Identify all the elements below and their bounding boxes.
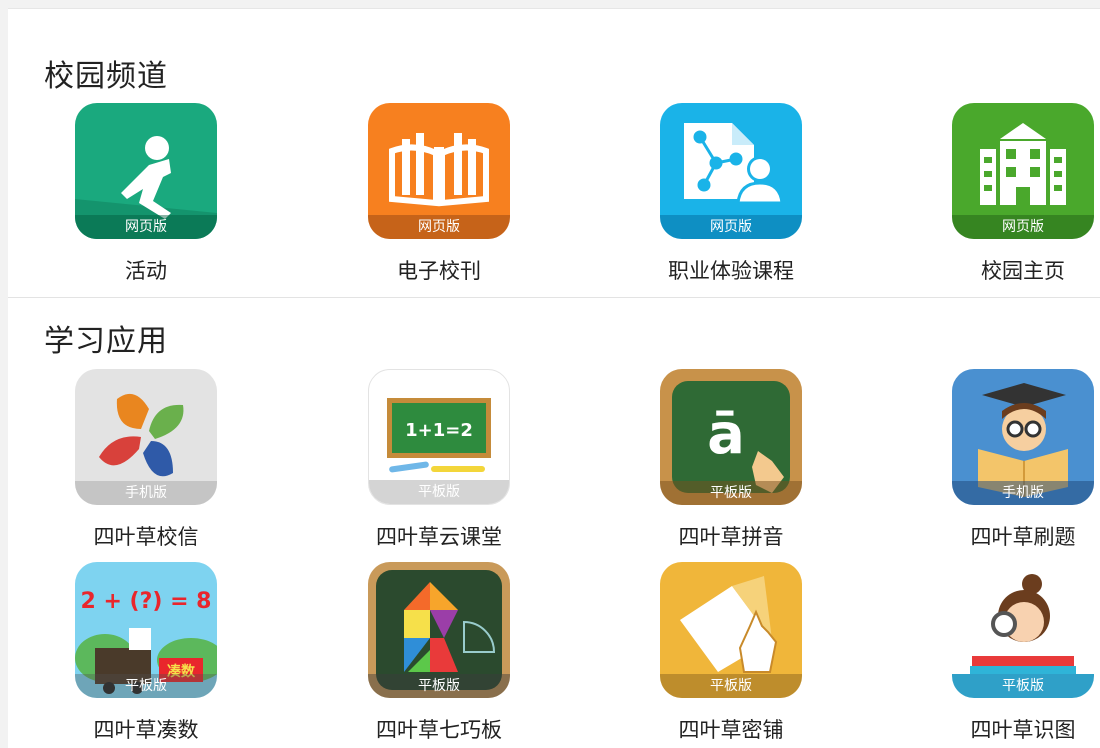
pinyin-letter: ā	[707, 402, 745, 467]
app-clover-messenger[interactable]: 手机版 四叶草校信	[66, 369, 226, 551]
app-label: 四叶草拼音	[678, 525, 784, 549]
running-person-icon: 网页版	[75, 103, 217, 239]
app-label: 四叶草校信	[93, 525, 199, 549]
tiling-icon: 平板版	[660, 562, 802, 698]
app-tangram[interactable]: 平板版 四叶草七巧板	[359, 562, 519, 744]
app-label: 职业体验课程	[668, 259, 794, 283]
open-book-icon: 网页版	[368, 103, 510, 239]
version-badge: 手机版	[75, 481, 217, 505]
version-badge: 网页版	[952, 215, 1094, 239]
app-make-number[interactable]: 2 + (?) = 8 凑数 平板版 四叶草凑数	[66, 562, 226, 744]
girl-magnifier-icon: 平板版	[952, 562, 1094, 698]
app-label: 四叶草七巧板	[376, 718, 502, 742]
app-campus-home[interactable]: 网页版 校园主页	[943, 103, 1100, 285]
version-badge: 平板版	[660, 674, 802, 698]
section-title-learning: 学习应用	[44, 324, 168, 359]
app-label: 四叶草刷题	[970, 525, 1076, 549]
version-badge: 网页版	[660, 215, 802, 239]
clover-icon: 手机版	[75, 369, 217, 505]
app-label: 电子校刊	[397, 259, 481, 283]
app-label: 四叶草凑数	[93, 718, 199, 742]
app-exercise[interactable]: 手机版 四叶草刷题	[943, 369, 1100, 551]
section-title-campus: 校园频道	[44, 59, 168, 94]
version-badge: 平板版	[952, 674, 1094, 698]
math-equation: 2 + (?) = 8	[81, 589, 212, 614]
app-label: 校园主页	[981, 259, 1065, 283]
app-tiling[interactable]: 平板版 四叶草密铺	[651, 562, 811, 744]
section-divider	[8, 297, 1100, 298]
version-badge: 平板版	[368, 674, 510, 698]
version-badge: 平板版	[75, 674, 217, 698]
career-document-icon: 网页版	[660, 103, 802, 239]
school-building-icon: 网页版	[952, 103, 1094, 239]
chalk-text: 1+1=2	[405, 420, 473, 441]
version-badge: 网页版	[75, 215, 217, 239]
app-label: 活动	[125, 259, 167, 283]
pinyin-board-icon: ā 平板版	[660, 369, 802, 505]
version-badge: 平板版	[369, 480, 509, 504]
version-badge: 平板版	[660, 481, 802, 505]
math-train-icon: 2 + (?) = 8 凑数 平板版	[75, 562, 217, 698]
app-label: 四叶草识图	[970, 718, 1076, 742]
app-cloud-classroom[interactable]: 1+1=2 平板版 四叶草云课堂	[359, 369, 519, 551]
app-label: 四叶草云课堂	[376, 525, 502, 549]
app-pinyin[interactable]: ā 平板版 四叶草拼音	[651, 369, 811, 551]
app-center-page: 校园频道 网页版 活动 网页版 电子校刊 网页版 职业体验课程 网页版 校园主页…	[8, 8, 1100, 748]
version-badge: 手机版	[952, 481, 1094, 505]
app-picture-recognition[interactable]: 平板版 四叶草识图	[943, 562, 1100, 744]
version-badge: 网页版	[368, 215, 510, 239]
tangram-icon: 平板版	[368, 562, 510, 698]
app-e-journal[interactable]: 网页版 电子校刊	[359, 103, 519, 285]
app-label: 四叶草密铺	[678, 718, 784, 742]
chalkboard-icon: 1+1=2 平板版	[368, 369, 510, 505]
app-career-course[interactable]: 网页版 职业体验课程	[651, 103, 811, 285]
graduate-reading-icon: 手机版	[952, 369, 1094, 505]
app-activity[interactable]: 网页版 活动	[66, 103, 226, 285]
